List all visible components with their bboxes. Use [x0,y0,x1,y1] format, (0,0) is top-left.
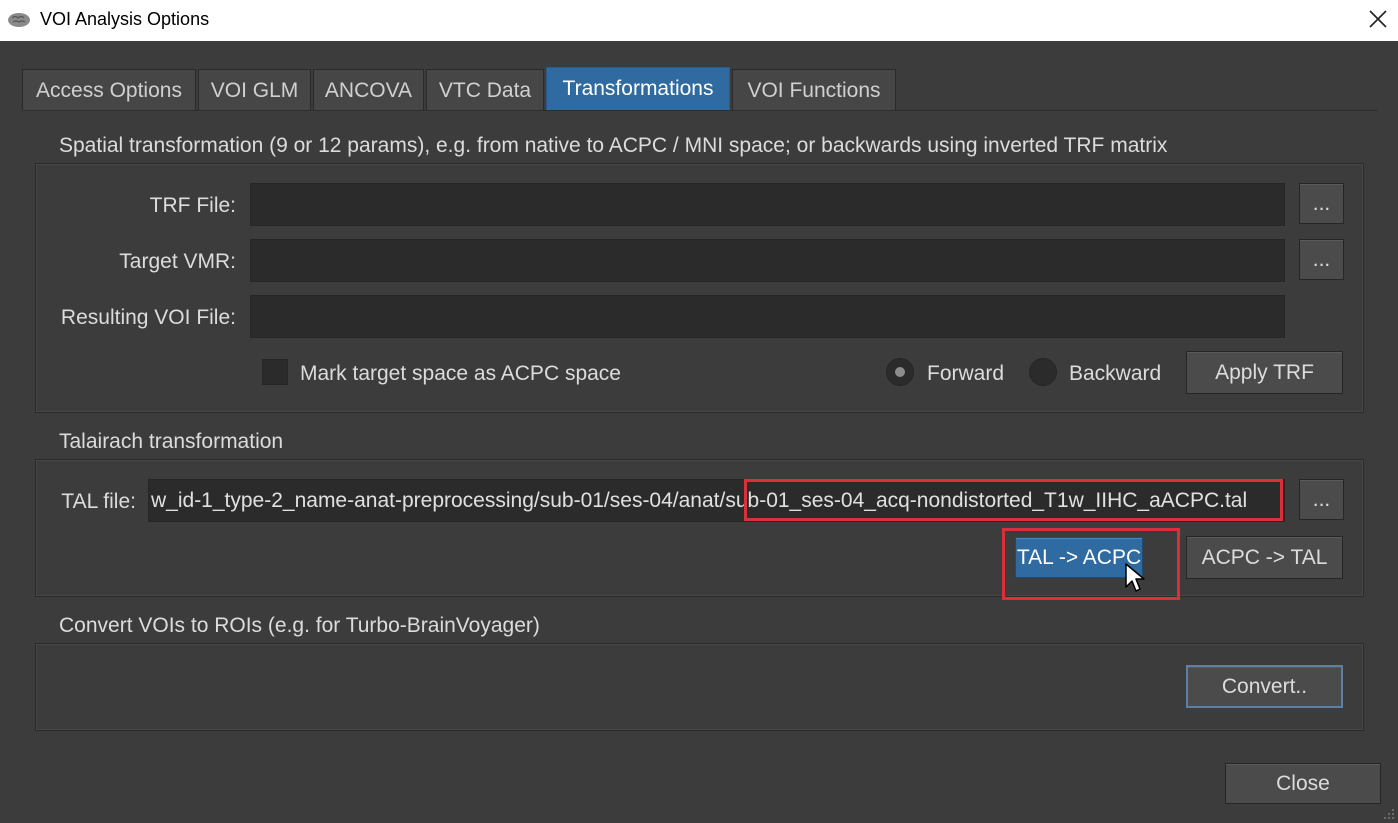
window-title: VOI Analysis Options [40,9,210,29]
backward-radio[interactable] [1029,358,1057,386]
talairach-section-title: Talairach transformation [59,430,284,453]
tab-voi-functions[interactable]: VOI Functions [732,69,896,111]
convert-button[interactable]: Convert.. [1186,665,1343,708]
forward-radio[interactable] [886,358,914,386]
target-vmr-field[interactable] [250,239,1285,282]
acpc-space-checkbox-label: Mark target space as ACPC space [300,362,621,385]
tab-ancova[interactable]: ANCOVA [313,69,424,111]
tab-vtc-data[interactable]: VTC Data [426,69,544,111]
target-vmr-browse-button[interactable]: ... [1299,239,1344,280]
tal-browse-button[interactable]: ... [1299,479,1344,520]
acpc-space-checkbox[interactable] [262,359,288,385]
target-vmr-label: Target VMR: [119,250,236,273]
apply-trf-button[interactable]: Apply TRF [1186,351,1343,394]
window-close-icon[interactable] [1358,0,1398,38]
transformations-pane: Spatial transformation (9 or 12 params),… [22,110,1378,748]
title-bar: VOI Analysis Options [0,0,1398,41]
tal-file-label: TAL file: [61,490,136,513]
mouse-cursor-icon [1124,562,1146,594]
trf-browse-button[interactable]: ... [1299,183,1344,224]
resulting-voi-field[interactable] [250,295,1285,338]
tab-voi-glm[interactable]: VOI GLM [198,69,311,111]
convert-section-title: Convert VOIs to ROIs (e.g. for Turbo-Bra… [59,614,540,637]
resulting-voi-label: Resulting VOI File: [60,306,236,329]
tal-file-field[interactable]: w_id-1_type-2_name-anat-preprocessing/su… [148,479,1285,522]
convert-group: Convert.. [35,643,1364,731]
talairach-group: TAL file: w_id-1_type-2_name-anat-prepro… [35,459,1364,597]
forward-radio-label: Forward [927,362,1005,385]
spatial-section-title: Spatial transformation (9 or 12 params),… [59,134,1168,157]
tab-transformations[interactable]: Transformations [546,67,730,111]
trf-file-label: TRF File: [149,194,236,217]
tal-file-name: sub-01_ses-04_acq-nondistorted_T1w_IIHC_… [725,489,1248,512]
tab-access-options[interactable]: Access Options [22,69,196,111]
backward-radio-label: Backward [1069,362,1162,385]
close-button[interactable]: Close [1225,763,1381,804]
trf-file-field[interactable] [250,183,1285,226]
spatial-group: TRF File: ... Target VMR: ... Resulting … [35,163,1364,413]
tal-file-path: w_id-1_type-2_name-anat-preprocessing/su… [151,489,726,512]
acpc-to-tal-button[interactable]: ACPC -> TAL [1186,536,1343,579]
resize-grip-icon[interactable] [1382,807,1396,821]
brain-icon [6,10,32,30]
